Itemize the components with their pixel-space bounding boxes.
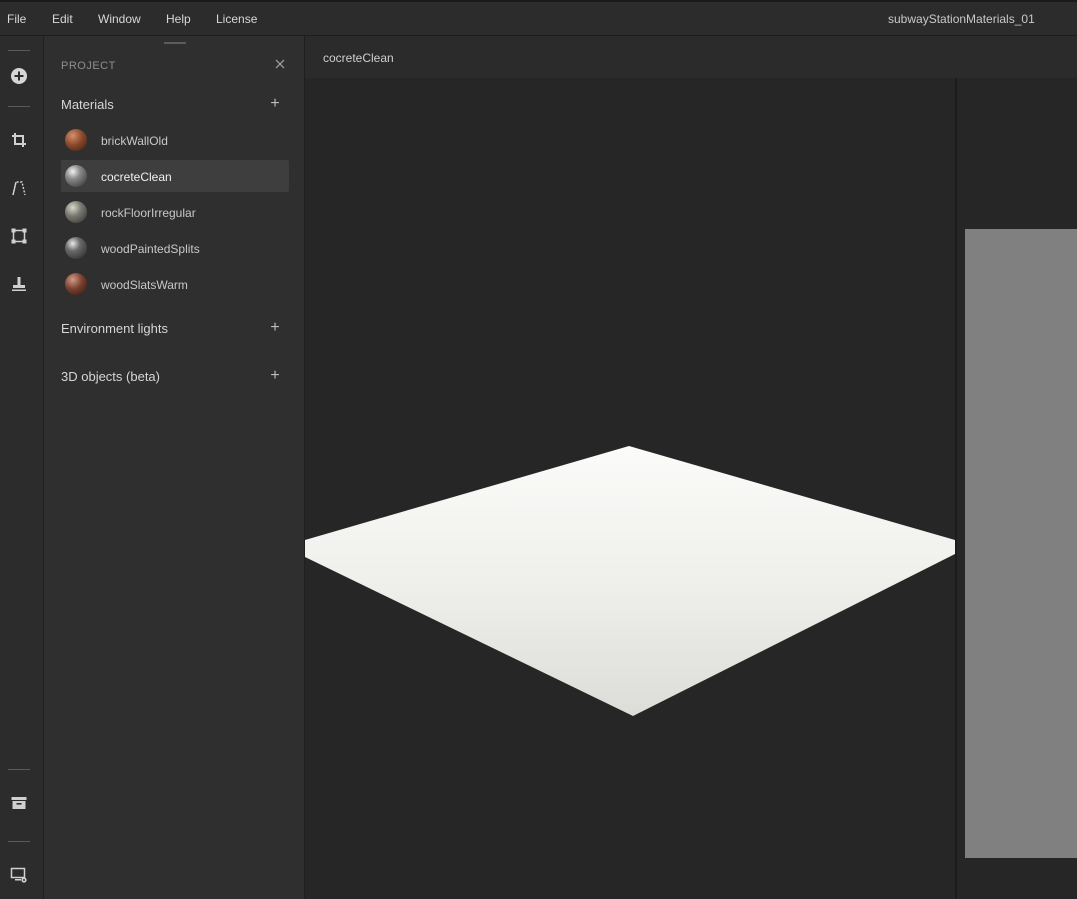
material-item-woodslatswarm[interactable]: woodSlatsWarm — [61, 268, 289, 300]
archive-button[interactable] — [6, 790, 32, 816]
2d-preview-canvas — [965, 229, 1077, 858]
add-material-button[interactable]: + — [267, 95, 283, 113]
crop-button[interactable] — [6, 127, 32, 153]
materials-section-label: Materials — [61, 97, 114, 112]
stamp-icon — [12, 277, 26, 291]
material-preview-plane — [305, 446, 955, 716]
close-icon — [275, 59, 285, 69]
archive-icon — [11, 797, 27, 809]
material-thumbnail — [65, 237, 87, 259]
display-settings-button[interactable] — [6, 862, 32, 888]
3d-viewport[interactable] — [305, 78, 955, 899]
toolbar-separator — [8, 841, 30, 842]
material-label: woodSlatsWarm — [101, 278, 188, 292]
material-thumbnail — [65, 165, 87, 187]
material-item-rockfloorirregular[interactable]: rockFloorIrregular — [61, 196, 289, 228]
document-title: subwayStationMaterials_01 — [888, 12, 1035, 26]
toolbar-separator — [8, 50, 30, 51]
perspective-button[interactable] — [6, 175, 32, 201]
2d-preview-pane — [957, 78, 1077, 899]
menu-license[interactable]: License — [216, 12, 257, 26]
material-label: rockFloorIrregular — [101, 206, 196, 220]
menu-edit[interactable]: Edit — [52, 12, 73, 26]
3d-objects-label: 3D objects (beta) — [61, 369, 160, 384]
transform-button[interactable] — [6, 223, 32, 249]
add-3d-object-button[interactable]: + — [267, 367, 283, 385]
menu-help[interactable]: Help — [166, 12, 191, 26]
panel-grip-handle[interactable] — [164, 42, 186, 44]
stamp-button[interactable] — [6, 271, 32, 297]
left-toolbar — [0, 36, 44, 899]
material-label: cocreteClean — [101, 170, 172, 184]
toolbar-separator — [8, 106, 30, 107]
3d-objects-section-header[interactable]: 3D objects (beta) + — [61, 367, 291, 387]
toolbar-separator — [8, 769, 30, 770]
transform-icon — [11, 228, 27, 244]
environment-lights-label: Environment lights — [61, 321, 168, 336]
menu-bar-top-border — [0, 0, 1077, 2]
menu-bar: File Edit Window Help License subwayStat… — [0, 0, 1077, 36]
panel-close-button[interactable] — [272, 56, 288, 72]
material-label: brickWallOld — [101, 134, 168, 148]
add-environment-light-button[interactable]: + — [267, 319, 283, 337]
material-label: woodPaintedSplits — [101, 242, 200, 256]
add-circle-icon — [11, 68, 27, 84]
panel-title: PROJECT — [61, 60, 116, 72]
viewport-tab-bar: cocreteClean — [305, 36, 1077, 78]
material-item-brickwallold[interactable]: brickWallOld — [61, 124, 289, 156]
menu-file[interactable]: File — [7, 12, 26, 26]
material-item-woodpaintedsplits[interactable]: woodPaintedSplits — [61, 232, 289, 264]
material-item-cocreteclean[interactable]: cocreteClean — [61, 160, 289, 192]
display-settings-icon — [10, 867, 27, 883]
crop-icon — [12, 133, 26, 147]
add-button[interactable] — [6, 63, 32, 89]
materials-section-header[interactable]: Materials + — [61, 95, 291, 115]
environment-lights-section-header[interactable]: Environment lights + — [61, 319, 291, 339]
viewport-tab-label[interactable]: cocreteClean — [323, 51, 394, 65]
perspective-icon — [12, 181, 26, 196]
material-thumbnail — [65, 201, 87, 223]
material-thumbnail — [65, 129, 87, 151]
menu-window[interactable]: Window — [98, 12, 141, 26]
material-thumbnail — [65, 273, 87, 295]
project-panel: PROJECT Materials + brickWallOld cocrete… — [44, 36, 305, 899]
